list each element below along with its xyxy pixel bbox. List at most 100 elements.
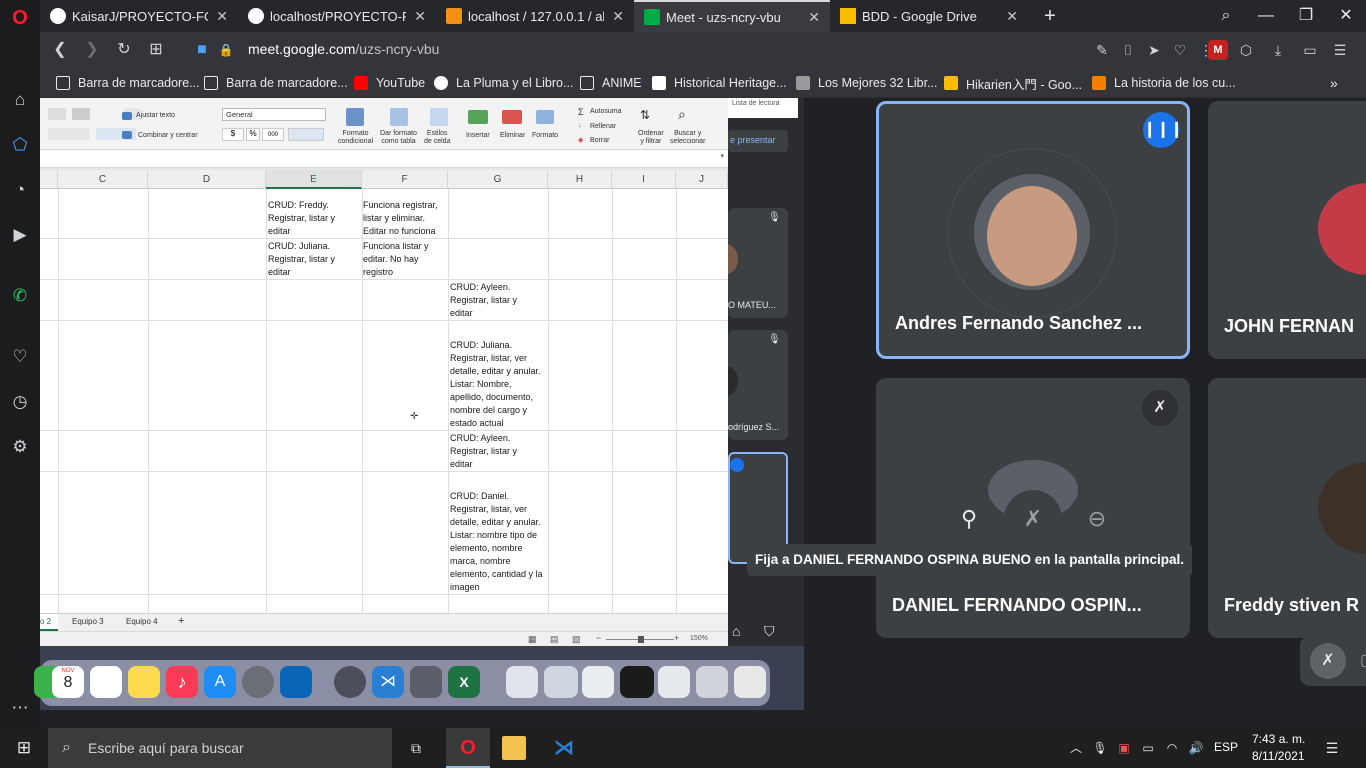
column-header-partial[interactable] — [40, 170, 58, 189]
number-format-select[interactable]: General — [222, 108, 326, 121]
player-icon[interactable]: ▶ — [8, 223, 32, 247]
bookmark-folder-2[interactable]: Barra de marcadore... — [204, 74, 348, 92]
fill-button[interactable]: Rellenar — [590, 123, 616, 130]
battery-tray-icon[interactable]: ▭ — [1136, 736, 1160, 760]
column-header-g[interactable]: G — [448, 170, 548, 189]
align-left-icon[interactable] — [48, 128, 90, 140]
participant-tile-daniel[interactable]: ✗ ⚲ ✗ ⊖ DANIEL FERNANDO OSPIN... — [876, 378, 1190, 638]
download-icon[interactable]: ⤓ — [1268, 40, 1288, 60]
page-layout-icon[interactable]: ▤ — [550, 634, 559, 645]
indent-icon[interactable] — [72, 108, 90, 120]
delete-button[interactable]: Eliminar — [500, 132, 525, 139]
home-icon[interactable]: ⌂ — [8, 88, 32, 112]
cell-e2[interactable]: CRUD: Juliana. Registrar, listar y edita… — [268, 240, 360, 279]
pin-icon[interactable]: ⚲ — [940, 490, 998, 548]
back-icon[interactable]: ❮ — [48, 38, 72, 62]
settings-gear-icon[interactable]: ⚙ — [8, 435, 32, 459]
mini-participant-tile-2[interactable]: 🎙 odríguez S... — [714, 330, 788, 440]
cell-e1[interactable]: CRUD: Freddy. Registrar, listar y editar — [268, 199, 360, 238]
volume-icon[interactable]: 🔊 — [1184, 736, 1208, 760]
maximize-icon[interactable]: ❐ — [1286, 0, 1326, 32]
zoom-slider-thumb[interactable] — [638, 636, 644, 643]
sheet-tab-equipo-4[interactable]: Equipo 4 — [126, 617, 158, 626]
tab-drive[interactable]: BDD - Google Drive ✕ — [830, 0, 1028, 32]
column-header-e[interactable]: E — [266, 170, 362, 189]
self-mic-off-icon[interactable]: ✗ — [1310, 643, 1346, 679]
heart-icon[interactable]: ♡ — [8, 345, 32, 369]
recent-doc-3[interactable] — [582, 666, 614, 698]
mini-participant-tile-1[interactable]: 🎙 O MATEU... — [714, 208, 788, 318]
tab-meet[interactable]: Meet - uzs-ncry-vbu ✕ — [634, 0, 830, 32]
easy-setup-icon[interactable]: ☰ — [1330, 40, 1350, 60]
cell-g4[interactable]: CRUD: Juliana. Registrar, listar, ver de… — [450, 339, 548, 430]
formula-bar[interactable]: ▾ — [40, 150, 728, 168]
recent-doc-1[interactable] — [506, 666, 538, 698]
wrap-text-button[interactable]: Ajustar texto — [136, 112, 175, 119]
app-tray-icon[interactable]: ▣ — [1112, 736, 1136, 760]
column-header-i[interactable]: I — [612, 170, 676, 189]
recent-doc-4[interactable] — [620, 666, 654, 698]
reading-list-label[interactable]: Lista de lectura — [732, 100, 779, 107]
add-sheet-icon[interactable]: + — [178, 615, 184, 627]
bookmark-youtube[interactable]: YouTube — [354, 74, 425, 92]
history-icon[interactable]: ◷ — [8, 390, 32, 414]
thousands-button[interactable]: 000 — [262, 128, 284, 141]
tab-search-icon[interactable]: ⌕ — [1206, 0, 1246, 32]
close-tab-icon[interactable]: ✕ — [808, 9, 820, 26]
bookmarks-overflow-icon[interactable]: » — [1330, 74, 1338, 92]
insert-button[interactable]: Insertar — [466, 132, 490, 139]
column-header-h[interactable]: H — [548, 170, 612, 189]
app-store-icon[interactable]: A — [204, 666, 236, 698]
whatsapp-icon[interactable]: ✆ — [8, 284, 32, 308]
close-window-icon[interactable]: ✕ — [1326, 0, 1366, 32]
system-preferences-icon[interactable] — [242, 666, 274, 698]
layout-icon[interactable]: ⌂ — [732, 623, 740, 639]
extensions-cube-icon[interactable]: ⬡ — [1236, 40, 1256, 60]
battery-icon[interactable]: ▭ — [1300, 40, 1320, 60]
bookmark-la-pluma[interactable]: La Pluma y el Libro... — [434, 74, 573, 92]
close-tab-icon[interactable]: ✕ — [414, 8, 426, 25]
normal-view-icon[interactable]: ▦ — [528, 634, 537, 645]
decimal-buttons[interactable] — [288, 128, 324, 141]
column-header-j[interactable]: J — [676, 170, 728, 189]
send-icon[interactable]: ➤ — [1144, 40, 1164, 60]
bookmark-folder-1[interactable]: Barra de marcadore... — [56, 74, 200, 92]
participant-tile-john[interactable]: JOHN FERNAN — [1208, 101, 1366, 359]
lock-icon[interactable]: 🔒 — [214, 38, 238, 62]
bookmark-hikarien[interactable]: Hikarien入門 - Goo... — [944, 74, 1082, 92]
spreadsheet-grid[interactable]: CRUD: Freddy. Registrar, listar y editar… — [40, 189, 728, 613]
clear-button[interactable]: Borrar — [590, 137, 609, 144]
tableplus-app-icon[interactable] — [334, 666, 366, 698]
cell-g3[interactable]: CRUD: Ayleen. Registrar, listar y editar — [450, 281, 548, 320]
more-dots-icon[interactable]: ⋯ — [8, 696, 32, 720]
microphone-icon[interactable]: 🎙 — [1088, 736, 1112, 760]
merge-center-button[interactable]: Combinar y centrar — [138, 132, 198, 139]
column-header-c[interactable]: C — [58, 170, 148, 189]
cell-f2[interactable]: Funciona listar y editar. No hay registr… — [363, 240, 447, 279]
reminders-app-icon[interactable] — [90, 666, 122, 698]
recent-doc-6[interactable] — [696, 666, 728, 698]
taskbar-opera[interactable]: O — [446, 728, 490, 768]
tabs-grid-icon[interactable]: ⊞ — [144, 38, 168, 62]
participant-tile-andres[interactable]: ❙❙❙ Andres Fernando Sanchez ... — [876, 101, 1190, 359]
language-indicator[interactable]: ESP — [1214, 740, 1238, 754]
snapshot-camera-icon[interactable]: ⌷ — [1118, 40, 1138, 60]
shield-icon[interactable]: ⛉ — [764, 623, 775, 640]
table-format-button[interactable]: Dar formato como tabla — [380, 130, 417, 146]
bookmark-historical-heritage[interactable]: Historical Heritage... — [652, 74, 787, 92]
clock-date[interactable]: 8/11/2021 — [1252, 749, 1305, 763]
close-tab-icon[interactable]: ✕ — [1006, 8, 1018, 25]
excel-app-icon[interactable]: X — [448, 666, 480, 698]
sheet-tab-active[interactable]: o 2 — [40, 614, 58, 631]
currency-button[interactable]: $ — [222, 128, 244, 141]
aria-icon[interactable]: ⬠ — [8, 133, 32, 157]
format-button[interactable]: Formato — [532, 132, 558, 139]
sheet-tab-equipo-3[interactable]: Equipo 3 — [72, 617, 104, 626]
trash-icon[interactable] — [734, 666, 766, 698]
camera-indicator-icon[interactable]: ■ — [190, 38, 214, 62]
align-icon[interactable] — [48, 108, 66, 120]
zoom-out-icon[interactable]: − — [596, 633, 601, 643]
calendar-app-icon[interactable]: NOV 8 — [52, 666, 84, 698]
column-header-f[interactable]: F — [362, 170, 448, 189]
tab-localhost-project[interactable]: localhost/PROYECTO-FORM ✕ — [238, 0, 436, 32]
